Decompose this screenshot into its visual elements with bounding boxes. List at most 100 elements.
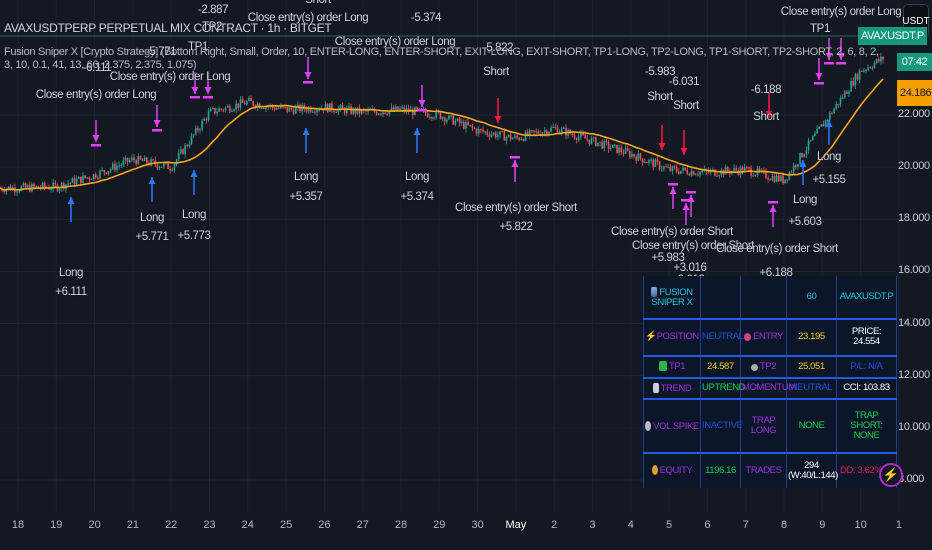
price-tick-label: 22.000 — [898, 108, 930, 120]
momentum-value: NEUTRAL — [786, 377, 837, 401]
candle — [767, 178, 769, 180]
candle — [505, 136, 508, 141]
candle — [509, 134, 512, 140]
candle — [533, 130, 535, 132]
candle — [448, 115, 450, 120]
momentum-label: MOMENTUM — [740, 377, 796, 401]
candle — [603, 140, 606, 149]
candle — [546, 130, 548, 135]
candle — [467, 121, 469, 126]
candle — [231, 110, 233, 112]
candle — [754, 174, 757, 177]
candle — [205, 118, 208, 121]
candle — [348, 106, 350, 108]
table-row: EQUITY 1196.16 TRADES 294 (W:40/L:144) D… — [643, 452, 897, 488]
candle — [182, 149, 184, 155]
candle — [748, 167, 750, 169]
trade-annotation: +5.771 — [135, 231, 169, 243]
candle — [311, 111, 314, 113]
candle — [326, 103, 329, 113]
candle — [535, 131, 537, 133]
lightning-bolt-icon[interactable]: ⚡ — [879, 463, 903, 487]
candle — [605, 140, 608, 143]
candle — [137, 155, 140, 165]
candle — [365, 110, 367, 112]
candle — [673, 166, 676, 168]
short-entry-arrow-head — [658, 143, 666, 150]
candle — [499, 131, 501, 136]
candle — [518, 137, 520, 140]
candle — [554, 126, 557, 128]
trade-annotation: +5.357 — [289, 191, 323, 203]
price-tick-label: 12.000 — [898, 368, 930, 381]
candle — [333, 110, 335, 112]
candle — [190, 135, 193, 145]
short-entry-arrow-head — [494, 116, 502, 123]
candle — [146, 157, 148, 164]
symbol-value: AVAXUSDT.P — [836, 276, 897, 320]
candle — [401, 107, 403, 109]
candle — [752, 175, 755, 177]
candle — [143, 157, 146, 162]
candle — [639, 153, 642, 159]
candle — [120, 164, 123, 166]
candle — [490, 134, 493, 137]
candle — [382, 112, 384, 115]
short-entry-arrow-head — [680, 148, 688, 155]
close-long-arrow-head — [418, 100, 426, 107]
candle — [88, 177, 91, 180]
candle — [577, 136, 580, 141]
candle — [516, 135, 518, 138]
candle — [824, 120, 827, 127]
candle — [724, 167, 727, 175]
candle — [35, 185, 37, 187]
candle — [701, 171, 703, 173]
candle — [233, 109, 235, 111]
candle — [771, 176, 774, 180]
candle — [275, 108, 278, 110]
candle — [797, 164, 799, 167]
candle — [829, 112, 831, 120]
candle — [458, 118, 461, 124]
table-title: FUSION SNIPER X — [643, 276, 701, 320]
long-entry-arrow-head — [190, 170, 198, 177]
candle — [841, 97, 844, 99]
close-long-arrow-head — [153, 120, 161, 127]
trades-value: 294 (W:40/L:144) — [786, 452, 838, 488]
entry-label: ENTRY — [740, 319, 787, 357]
candle — [694, 174, 697, 176]
close-short-arrow-bar — [686, 191, 696, 194]
time-tick-label: 8 — [780, 519, 788, 531]
candle — [237, 103, 240, 108]
strategy-legend[interactable]: Fusion Sniper X [Crypto Strategy] (Botto… — [4, 46, 884, 72]
candle — [394, 106, 397, 111]
candle — [475, 128, 478, 134]
trade-annotation: Short — [753, 111, 779, 123]
candle — [652, 159, 655, 167]
trade-annotation: -6.031 — [668, 76, 700, 88]
candle — [188, 144, 191, 147]
candle — [556, 127, 559, 134]
candle — [616, 144, 618, 154]
candle — [654, 159, 657, 167]
candle — [273, 107, 276, 110]
candle — [624, 148, 627, 154]
candle — [443, 117, 446, 122]
tp2-label: TP2 — [740, 355, 787, 379]
price-tick-label: 16.000 — [898, 264, 930, 277]
candle — [484, 131, 486, 133]
price-tick-label: 10.000 — [898, 420, 930, 433]
check-icon — [658, 361, 667, 372]
candle — [216, 111, 218, 114]
long-entry-arrow-head — [413, 128, 421, 135]
candle — [788, 172, 791, 180]
candle — [180, 149, 182, 153]
close-long-arrow-bar — [203, 96, 213, 99]
candle — [452, 115, 455, 125]
candle — [228, 105, 231, 112]
candle — [248, 98, 250, 102]
candle — [777, 175, 780, 181]
candle — [660, 168, 663, 170]
candle — [250, 98, 252, 101]
time-tick-label: 23 — [203, 519, 216, 531]
